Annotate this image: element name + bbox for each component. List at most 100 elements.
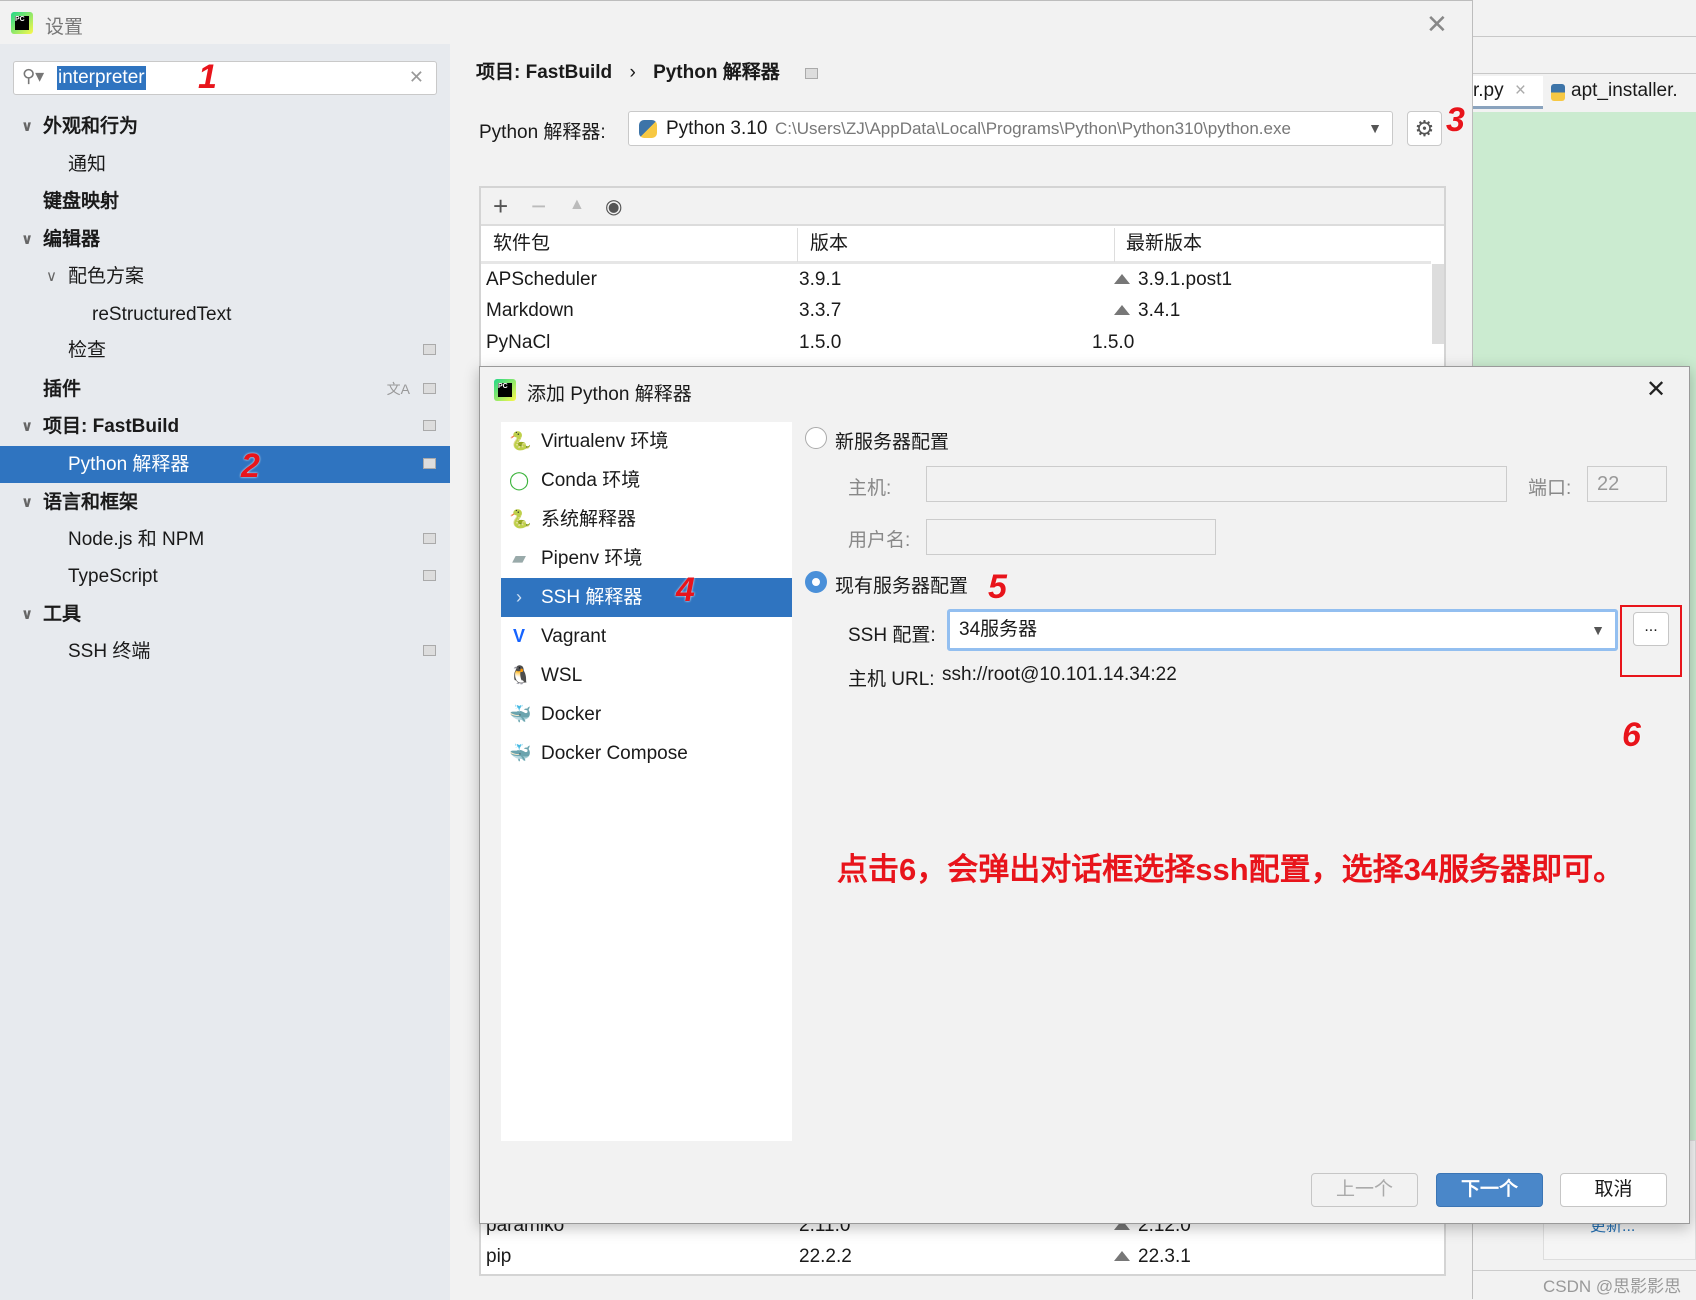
chevron-down-icon[interactable]: ∨ bbox=[21, 596, 33, 633]
docker-icon: 🐳 bbox=[509, 704, 532, 724]
sidebar-item[interactable]: ∨ 语言和框架 bbox=[0, 484, 450, 521]
interpreter-select[interactable]: Python 3.10 C:\Users\ZJ\AppData\Local\Pr… bbox=[628, 111, 1393, 146]
column-header[interactable]: 软件包 bbox=[493, 226, 550, 262]
next-label: 下一个 bbox=[1460, 1179, 1518, 1200]
host-input[interactable] bbox=[926, 466, 1507, 502]
cell-version: 1.5.0 bbox=[799, 332, 842, 353]
add-package-icon[interactable]: + bbox=[493, 191, 508, 222]
sidebar-item[interactable]: TypeScript bbox=[0, 558, 450, 595]
username-label: 用户名: bbox=[848, 530, 911, 551]
editor-tab[interactable]: apt_installer. bbox=[1545, 76, 1696, 109]
interpreter-type-label: Virtualenv 环境 bbox=[541, 431, 669, 452]
ssh-config-select[interactable]: 34服务器 ▼ bbox=[947, 609, 1618, 651]
cell-name: Markdown bbox=[486, 300, 574, 321]
cell-latest: 1.5.0 bbox=[1092, 332, 1135, 353]
port-input[interactable]: 22 bbox=[1587, 466, 1667, 502]
upgrade-available-icon bbox=[1114, 1251, 1130, 1261]
sidebar-item[interactable]: ∨ 编辑器 bbox=[0, 221, 450, 258]
translate-icon: 文A bbox=[386, 381, 410, 397]
gear-settings-button[interactable]: ⚙ bbox=[1407, 111, 1442, 146]
annotation-2: 2 bbox=[241, 447, 260, 485]
project-scope-icon bbox=[805, 68, 819, 79]
existing-server-radio[interactable] bbox=[805, 571, 827, 593]
interpreter-type-item[interactable]: › SSH 解释器 bbox=[501, 578, 792, 617]
chevron-down-icon[interactable]: ∨ bbox=[21, 108, 33, 145]
sidebar-item[interactable]: Python 解释器 bbox=[0, 446, 450, 483]
sidebar-item[interactable]: ∨ 外观和行为 bbox=[0, 108, 450, 145]
pycharm-logo-icon: PC bbox=[11, 12, 33, 34]
interpreter-type-item[interactable]: ◯ Conda 环境 bbox=[501, 461, 792, 500]
breadcrumb-project[interactable]: 项目: FastBuild bbox=[476, 62, 612, 83]
sidebar-item[interactable]: reStructuredText bbox=[0, 296, 450, 333]
search-icon: ⚲▾ bbox=[22, 66, 45, 86]
sidebar-item[interactable]: 键盘映射 bbox=[0, 183, 450, 220]
cell-name: pip bbox=[486, 1246, 512, 1267]
chevron-down-icon[interactable]: ∨ bbox=[46, 258, 57, 295]
project-scope-icon bbox=[423, 383, 436, 394]
interpreter-type-item[interactable]: 🐳 Docker Compose bbox=[501, 734, 792, 773]
search-input[interactable]: ⚲▾ interpreter ✕ bbox=[13, 61, 437, 95]
sidebar-item-label: reStructuredText bbox=[92, 304, 232, 325]
column-header[interactable]: 最新版本 bbox=[1126, 226, 1202, 262]
breadcrumb-page: Python 解释器 bbox=[653, 62, 780, 83]
sidebar-item[interactable]: Node.js 和 NPM bbox=[0, 521, 450, 558]
clear-search-icon[interactable]: ✕ bbox=[409, 67, 424, 88]
chevron-down-icon[interactable]: ∨ bbox=[21, 408, 33, 445]
table-row[interactable]: PyNaCl 1.5.0 1.5.0 bbox=[481, 327, 1431, 358]
close-dialog-icon[interactable]: ✕ bbox=[1646, 375, 1666, 404]
interpreter-type-item[interactable]: 🐧 WSL bbox=[501, 656, 792, 695]
sidebar-item[interactable]: 插件 文A bbox=[0, 371, 450, 408]
pycharm-logo-icon: PC bbox=[494, 379, 516, 401]
interpreter-type-list: 🐍 Virtualenv 环境 ◯ Conda 环境 🐍 系统解释器 ▰ Pipenv 环境 ›… bbox=[501, 422, 792, 1141]
table-row[interactable]: Markdown 3.3.7 3.4.1 bbox=[481, 295, 1431, 326]
scrollbar[interactable] bbox=[1432, 264, 1444, 344]
annotation-6: 6 bbox=[1622, 716, 1641, 754]
chevron-down-icon[interactable]: ∨ bbox=[21, 221, 33, 258]
sidebar-item[interactable]: SSH 终端 bbox=[0, 633, 450, 670]
host-url-value: ssh://root@10.101.14.34:22 bbox=[942, 664, 1177, 685]
cell-name: PyNaCl bbox=[486, 332, 551, 353]
column-header[interactable]: 版本 bbox=[810, 226, 848, 262]
table-row[interactable]: APScheduler 3.9.1 3.9.1.post1 bbox=[481, 264, 1431, 295]
username-input[interactable] bbox=[926, 519, 1216, 555]
interpreter-type-item[interactable]: 🐳 Docker bbox=[501, 695, 792, 734]
dropdown-arrow-icon: ▼ bbox=[1591, 622, 1605, 638]
interpreter-type-item[interactable]: V Vagrant bbox=[501, 617, 792, 656]
chevron-down-icon[interactable]: ∨ bbox=[21, 484, 33, 521]
port-value: 22 bbox=[1597, 473, 1620, 495]
ssh-icon: › bbox=[516, 587, 522, 607]
interpreter-type-item[interactable]: 🐍 系统解释器 bbox=[501, 500, 792, 539]
window-title: 设置 bbox=[45, 17, 84, 38]
upgrade-package-icon[interactable]: ▲ bbox=[569, 196, 585, 214]
port-label: 端口: bbox=[1528, 478, 1572, 499]
sidebar-item[interactable]: ∨ 项目: FastBuild bbox=[0, 408, 450, 445]
eye-icon[interactable]: ◉ bbox=[605, 194, 622, 219]
sidebar-item-label: TypeScript bbox=[68, 566, 158, 587]
interpreter-type-item[interactable]: 🐍 Virtualenv 环境 bbox=[501, 422, 792, 461]
sidebar-item[interactable]: ∨ 工具 bbox=[0, 596, 450, 633]
cancel-label: 取消 bbox=[1594, 1179, 1633, 1200]
interpreter-name: Python 3.10 bbox=[666, 118, 768, 139]
interpreter-type-item[interactable]: ▰ Pipenv 环境 bbox=[501, 539, 792, 578]
interpreter-type-label: Conda 环境 bbox=[541, 470, 641, 491]
sidebar-item[interactable]: 检查 bbox=[0, 332, 450, 369]
sidebar-item[interactable]: ∨ 配色方案 bbox=[0, 258, 450, 295]
remove-package-icon[interactable]: − bbox=[531, 191, 546, 222]
docker-compose-icon: 🐳 bbox=[509, 743, 532, 763]
editor-tab[interactable]: r.py × bbox=[1473, 76, 1543, 109]
interpreter-type-label: Docker Compose bbox=[541, 743, 688, 764]
sidebar-item-label: 工具 bbox=[43, 604, 82, 625]
close-window-icon[interactable]: ✕ bbox=[1426, 9, 1448, 40]
prev-button[interactable]: 上一个 bbox=[1311, 1173, 1418, 1207]
next-button[interactable]: 下一个 bbox=[1436, 1173, 1543, 1207]
add-interpreter-dialog: PC 添加 Python 解释器 ✕ 🐍 Virtualenv 环境 ◯ Conda … bbox=[479, 366, 1690, 1224]
new-server-radio[interactable] bbox=[805, 427, 827, 449]
new-server-label: 新服务器配置 bbox=[835, 432, 950, 453]
sidebar-item[interactable]: 通知 bbox=[0, 146, 450, 183]
tab-label: apt_installer. bbox=[1571, 80, 1678, 101]
close-tab-icon[interactable]: × bbox=[1515, 80, 1526, 101]
interpreter-type-label: SSH 解释器 bbox=[541, 587, 643, 608]
cancel-button[interactable]: 取消 bbox=[1560, 1173, 1667, 1207]
table-row[interactable]: pip 22.2.2 22.3.1 bbox=[481, 1241, 1431, 1272]
project-scope-icon bbox=[423, 645, 436, 656]
